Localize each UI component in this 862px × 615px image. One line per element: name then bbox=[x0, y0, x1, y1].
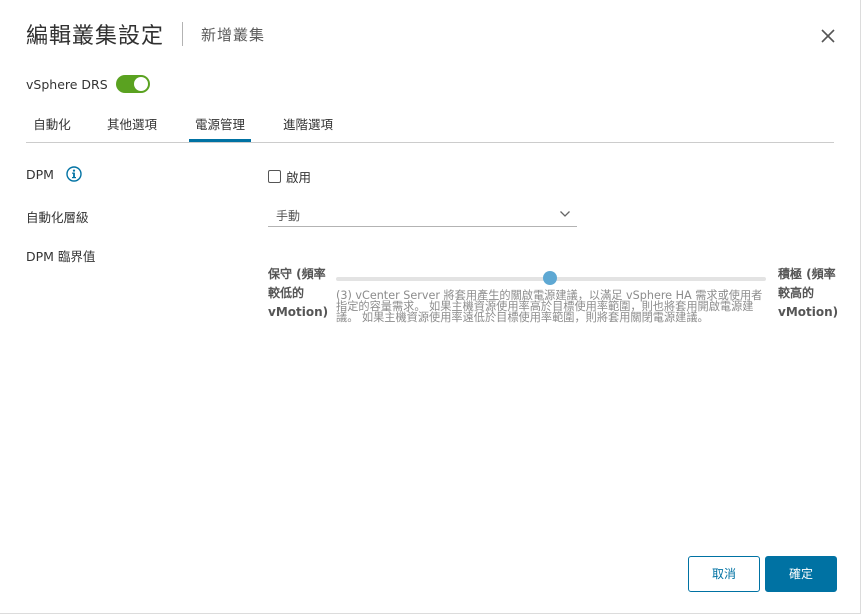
ok-button[interactable]: 確定 bbox=[765, 556, 837, 592]
toggle-knob bbox=[133, 77, 148, 91]
dialog-title: 編輯叢集設定 bbox=[26, 24, 165, 49]
automation-level-value: 手動 bbox=[276, 209, 301, 223]
drs-row: vSphere DRS bbox=[26, 74, 150, 94]
dpm-label: DPM bbox=[26, 166, 54, 182]
automation-level-label: 自動化層級 bbox=[26, 210, 89, 225]
dpm-enable-checkbox[interactable]: 啟用 bbox=[268, 167, 311, 186]
dpm-enable-label: 啟用 bbox=[286, 170, 312, 185]
chevron-down-icon bbox=[560, 211, 570, 217]
tab-automation[interactable]: 自動化 bbox=[30, 112, 74, 141]
drs-label: vSphere DRS bbox=[26, 76, 108, 92]
threshold-description: (3) vCenter Server 將套用產生的關啟電源建議，以滿足 vSph… bbox=[336, 289, 763, 324]
slider-thumb[interactable] bbox=[543, 271, 557, 285]
tab-advanced-options[interactable]: 進階選項 bbox=[280, 112, 336, 141]
slider-conservative-label: 保守 (頻率較低的 vMotion) bbox=[268, 267, 329, 319]
header-divider bbox=[182, 22, 184, 46]
tab-bar: 自動化 其他選項 電源管理 進階選項 bbox=[26, 112, 834, 143]
tab-power-management[interactable]: 電源管理 bbox=[189, 112, 251, 142]
close-icon bbox=[821, 29, 835, 43]
close-button[interactable] bbox=[818, 26, 838, 46]
edit-cluster-settings-dialog: 編輯叢集設定 新增叢集 vSphere DRS 自動化 其他選項 電源管理 進階… bbox=[0, 0, 861, 614]
automation-level-select[interactable]: 手動 bbox=[268, 204, 577, 227]
dialog-header: 編輯叢集設定 新增叢集 bbox=[26, 18, 265, 50]
dialog-subtitle: 新增叢集 bbox=[201, 25, 266, 44]
info-icon[interactable] bbox=[66, 166, 82, 182]
checkbox-box[interactable] bbox=[268, 170, 281, 183]
drs-toggle[interactable] bbox=[115, 75, 150, 93]
cancel-button[interactable]: 取消 bbox=[688, 556, 760, 592]
tab-other-options[interactable]: 其他選項 bbox=[104, 112, 160, 141]
slider-aggressive-label: 積極 (頻率較高的 vMotion) bbox=[778, 267, 839, 319]
dpm-threshold-label: DPM 臨界值 bbox=[26, 249, 96, 264]
dpm-label-row: DPM bbox=[26, 166, 82, 182]
